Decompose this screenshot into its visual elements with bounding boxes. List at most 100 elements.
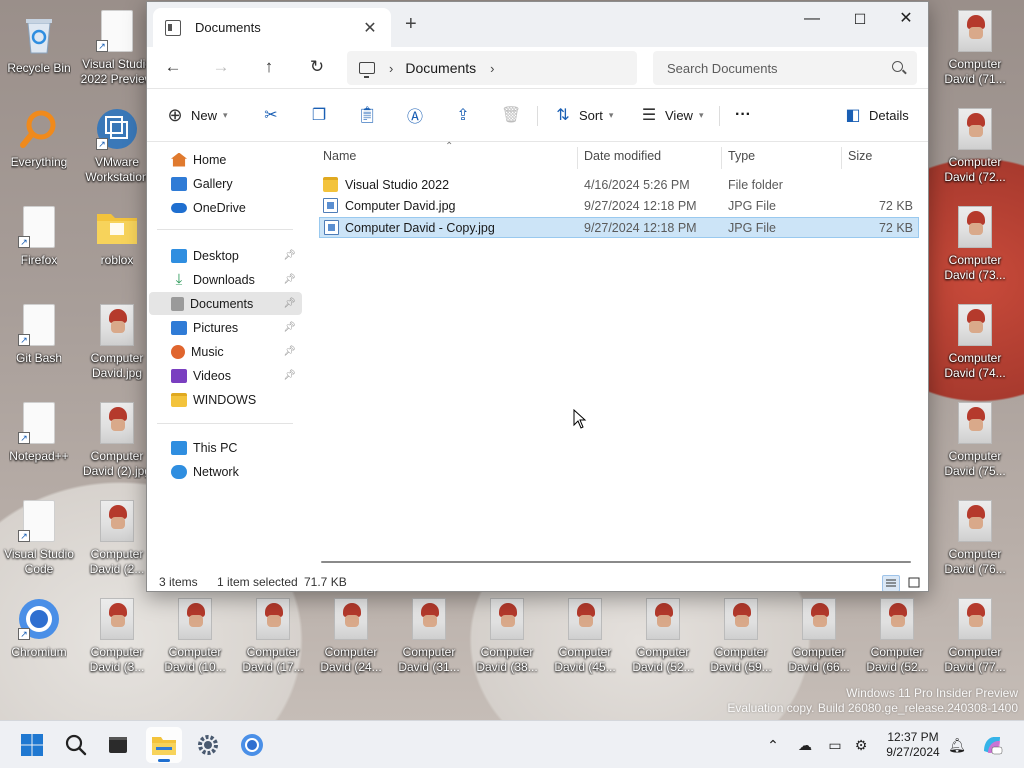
file-row-visual-studio-2022[interactable]: Visual Studio 2022 4/16/2024 5:26 PM Fil… xyxy=(319,175,919,196)
refresh-button[interactable]: ↻ xyxy=(305,55,329,79)
view-button[interactable]: ☰ View ▾ xyxy=(639,103,704,127)
desktop-icon-firefox[interactable]: ↗ Firefox xyxy=(0,204,78,268)
desktop-icon-computer-david-73[interactable]: Computer David (73... xyxy=(936,204,1014,283)
desktop-icon-computer-david-2b[interactable]: Computer David (2... xyxy=(78,498,156,577)
desktop-icon-notepad-plus-plus[interactable]: ↗ Notepad++ xyxy=(0,400,78,464)
sort-button[interactable]: ⇅ Sort ▾ xyxy=(553,103,613,127)
nav-item-documents[interactable]: Documents 📌︎ xyxy=(149,292,302,315)
column-divider[interactable] xyxy=(841,147,842,169)
taskbar-chromium-button[interactable] xyxy=(234,727,270,763)
desktop-icon-label: Computer David (17... xyxy=(242,645,304,674)
desktop-icon-computer-david-2[interactable]: Computer David (2).jpg xyxy=(78,400,156,479)
nav-item-pictures[interactable]: Pictures 📌︎ xyxy=(149,316,302,339)
taskbar-file-explorer-button[interactable] xyxy=(146,727,182,763)
forward-button[interactable]: → xyxy=(209,55,233,79)
details-view-button[interactable] xyxy=(882,575,900,591)
desktop-icon-computer-david-52b[interactable]: Computer David (52... xyxy=(858,596,936,675)
nav-item-gallery[interactable]: Gallery xyxy=(149,172,302,195)
rename-button[interactable]: Ⓐ xyxy=(405,103,425,127)
documents-icon xyxy=(171,296,184,311)
desktop-icon-roblox[interactable]: roblox xyxy=(78,204,156,268)
nav-item-downloads[interactable]: ⤓ Downloads 📌︎ xyxy=(149,268,302,291)
column-header-date-modified[interactable]: Date modified xyxy=(584,149,661,163)
desktop-icon-recycle-bin[interactable]: Recycle Bin xyxy=(0,12,78,76)
paste-button[interactable]: 📋︎ xyxy=(357,103,377,127)
nav-item-home[interactable]: Home xyxy=(149,148,302,171)
maximize-button[interactable]: ☐ xyxy=(837,6,883,32)
notification-bell-icon[interactable]: 🔔︎ xyxy=(948,736,966,754)
nav-item-network[interactable]: Network xyxy=(149,460,302,483)
taskbar-terminal-button[interactable] xyxy=(100,727,136,763)
breadcrumb-documents[interactable]: Documents xyxy=(405,60,476,76)
desktop-icon-computer-david-17[interactable]: Computer David (17... xyxy=(234,596,312,675)
desktop-icon-computer-david-38[interactable]: Computer David (38... xyxy=(468,596,546,675)
column-divider[interactable] xyxy=(577,147,578,169)
file-explorer-icon xyxy=(152,737,176,755)
start-button[interactable] xyxy=(14,727,50,763)
see-more-button[interactable]: ··· xyxy=(735,103,751,127)
display-icon[interactable]: ▭ xyxy=(826,736,844,754)
up-button[interactable]: ↑ xyxy=(257,55,281,79)
desktop-icon-computer-david-74[interactable]: Computer David (74... xyxy=(936,302,1014,381)
desktop-icon-computer-david-66[interactable]: Computer David (66... xyxy=(780,596,858,675)
column-header-size[interactable]: Size xyxy=(848,149,872,163)
nav-item-videos[interactable]: Videos 📌︎ xyxy=(149,364,302,387)
desktop-icon-computer-david[interactable]: Computer David.jpg xyxy=(78,302,156,381)
windows-watermark: Windows 11 Pro Insider Preview Evaluatio… xyxy=(727,686,1018,716)
new-tab-button[interactable]: + xyxy=(405,14,417,34)
large-icons-view-button[interactable] xyxy=(906,575,924,591)
desktop-icon-computer-david-75[interactable]: Computer David (75... xyxy=(936,400,1014,479)
taskbar-settings-button[interactable] xyxy=(190,727,226,763)
nav-item-this-pc[interactable]: This PC xyxy=(149,436,302,459)
clock[interactable]: 12:37 PM 9/27/2024 xyxy=(878,730,948,760)
cut-button[interactable]: ✂ xyxy=(261,103,281,127)
desktop-icon-visual-studio-code[interactable]: ↗ Visual Studio Code xyxy=(0,498,78,577)
minimize-button[interactable]: — xyxy=(789,6,835,32)
column-divider[interactable] xyxy=(721,147,722,169)
desktop-icon-everything[interactable]: Everything xyxy=(0,106,78,170)
breadcrumb-chevron-icon[interactable]: › xyxy=(490,61,494,76)
search-box[interactable] xyxy=(653,51,917,85)
new-button[interactable]: ⊕ New ▾ xyxy=(165,103,227,127)
desktop-icon-computer-david-31[interactable]: Computer David (31... xyxy=(390,596,468,675)
column-header-name[interactable]: Name xyxy=(323,149,356,163)
column-header-type[interactable]: Type xyxy=(728,149,755,163)
taskbar-search-button[interactable] xyxy=(58,727,94,763)
horizontal-scrollbar[interactable] xyxy=(321,561,911,563)
show-hidden-icons-button[interactable]: ⌃ xyxy=(764,736,782,754)
copilot-button[interactable] xyxy=(974,727,1010,763)
desktop-icon-computer-david-72[interactable]: Computer David (72... xyxy=(936,106,1014,185)
network-status-icon[interactable]: ⚙ xyxy=(852,736,870,754)
nav-item-music[interactable]: Music 📌︎ xyxy=(149,340,302,363)
desktop-icon-vmware[interactable]: ↗ VMware Workstation xyxy=(78,106,156,185)
desktop-icon-computer-david-52[interactable]: Computer David (52... xyxy=(624,596,702,675)
desktop-icon-computer-david-45[interactable]: Computer David (45... xyxy=(546,596,624,675)
desktop-icon-computer-david-76[interactable]: Computer David (76... xyxy=(936,498,1014,577)
desktop-icon-visual-studio-preview[interactable]: ↗ Visual Studio 2022 Preview xyxy=(78,8,156,87)
close-window-button[interactable]: ✕ xyxy=(883,6,928,32)
tab-close-button[interactable]: ✕ xyxy=(361,18,379,38)
desktop-icon-computer-david-10[interactable]: Computer David (10... xyxy=(156,596,234,675)
details-pane-button[interactable]: ◧ Details xyxy=(843,103,908,127)
tab-documents[interactable]: Documents ✕ xyxy=(153,8,391,47)
onedrive-offline-icon[interactable]: ☁ xyxy=(796,736,814,754)
file-row-computer-david-copy[interactable]: Computer David - Copy.jpg 9/27/2024 12:1… xyxy=(319,217,919,238)
desktop-icon-chromium[interactable]: ↗ Chromium xyxy=(0,596,78,660)
address-bar[interactable]: › Documents › xyxy=(347,51,637,85)
desktop-icon-computer-david-3[interactable]: Computer David (3... xyxy=(78,596,156,675)
delete-button[interactable]: 🗑︎ xyxy=(501,103,521,127)
share-button[interactable]: ⇪ xyxy=(453,103,473,127)
search-input[interactable] xyxy=(667,60,887,76)
nav-item-windows[interactable]: WINDOWS xyxy=(149,388,302,411)
desktop-icon-label: Visual Studio 2022 Preview xyxy=(80,57,154,86)
desktop-icon-computer-david-24[interactable]: Computer David (24... xyxy=(312,596,390,675)
desktop-icon-git-bash[interactable]: ↗ Git Bash xyxy=(0,302,78,366)
back-button[interactable]: ← xyxy=(161,55,185,79)
desktop-icon-computer-david-59[interactable]: Computer David (59... xyxy=(702,596,780,675)
file-row-computer-david[interactable]: Computer David.jpg 9/27/2024 12:18 PM JP… xyxy=(319,196,919,217)
desktop-icon-computer-david-71[interactable]: Computer David (71... xyxy=(936,8,1014,87)
nav-item-desktop[interactable]: Desktop 📌︎ xyxy=(149,244,302,267)
desktop-icon-computer-david-77[interactable]: Computer David (77... xyxy=(936,596,1014,675)
nav-item-onedrive[interactable]: OneDrive xyxy=(149,196,302,219)
copy-button[interactable]: ❐ xyxy=(309,103,329,127)
